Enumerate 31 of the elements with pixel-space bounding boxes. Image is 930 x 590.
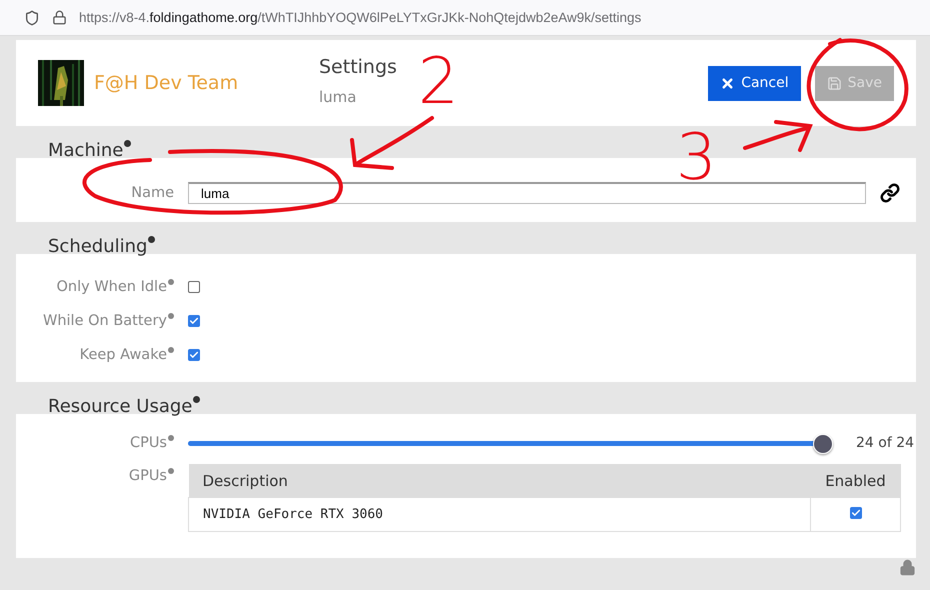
slider-thumb[interactable] — [813, 434, 833, 454]
column-header: Description — [188, 464, 810, 498]
lock-icon[interactable] — [899, 559, 916, 576]
checkbox[interactable] — [188, 349, 200, 361]
help-icon[interactable] — [193, 396, 200, 403]
machine-subtitle: luma — [319, 88, 358, 106]
checkbox[interactable] — [188, 281, 200, 293]
option-label: Keep Awake — [80, 347, 167, 363]
field-label: GPUs — [128, 468, 167, 484]
cpu-reading: 24 of 24 — [856, 435, 914, 451]
name-field[interactable]: luma — [188, 182, 866, 204]
section-heading: Resource Usage — [48, 396, 192, 417]
table-cell: NVIDIA GeForce RTX 3060 — [188, 498, 810, 532]
lock-icon — [52, 10, 67, 25]
link-icon[interactable] — [880, 183, 900, 203]
page-title: Settings — [319, 56, 398, 78]
option-label: Only When Idle — [56, 279, 167, 295]
option-label: While On Battery — [43, 313, 167, 329]
field-label: CPUs — [130, 435, 167, 451]
field-label: Name — [131, 185, 174, 201]
help-icon[interactable] — [124, 140, 132, 147]
cancel-button[interactable]: Cancel — [708, 66, 801, 100]
annotation-number: 2 — [418, 52, 459, 112]
checkbox[interactable] — [850, 507, 862, 519]
section-heading: Machine — [48, 140, 124, 161]
close-icon — [720, 76, 736, 90]
section-heading: Scheduling — [48, 236, 148, 257]
checkbox[interactable] — [188, 315, 200, 327]
shield-icon[interactable] — [24, 10, 40, 26]
help-icon[interactable] — [148, 236, 156, 243]
column-header: Enabled — [810, 464, 900, 498]
